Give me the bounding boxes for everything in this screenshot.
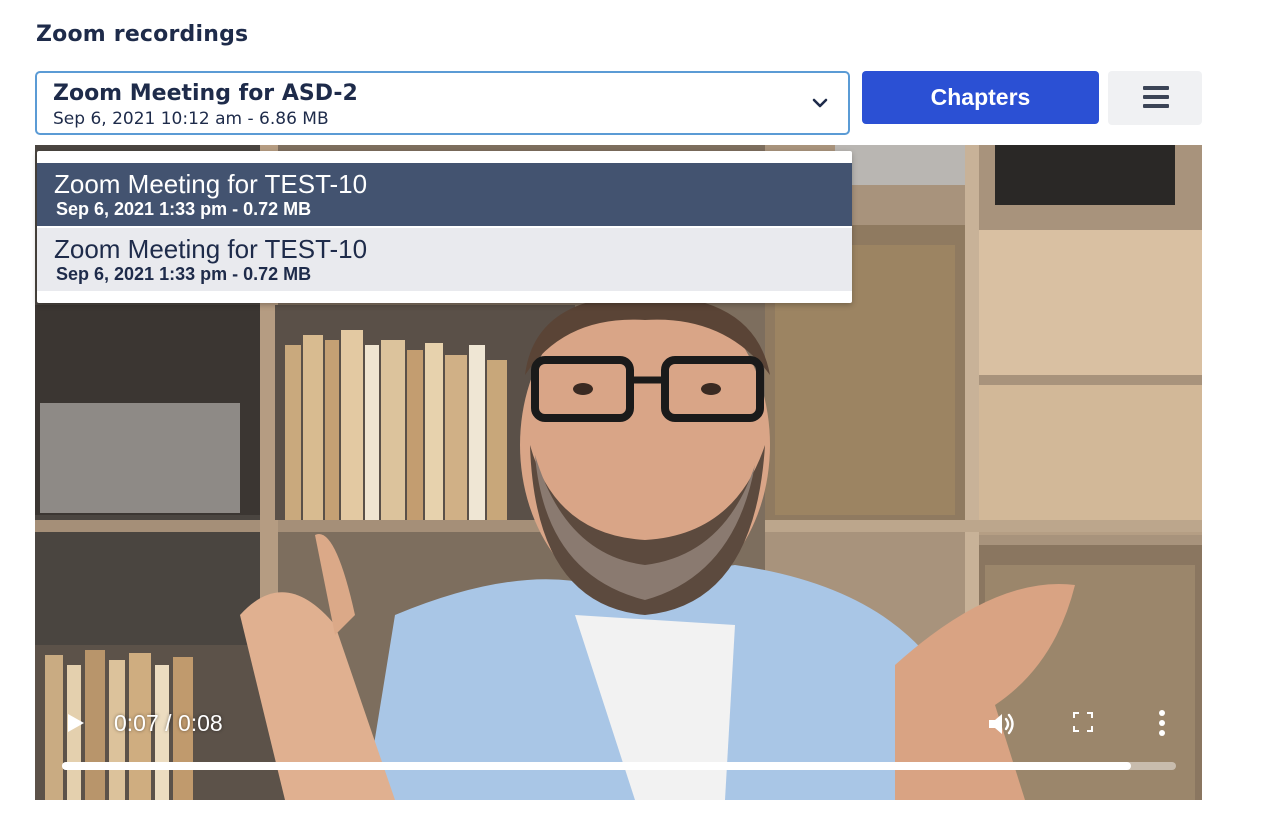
selected-recording-meta: Sep 6, 2021 10:12 am - 6.86 MB (53, 109, 329, 129)
play-icon[interactable] (65, 711, 87, 735)
selected-recording-title: Zoom Meeting for ASD-2 (53, 81, 358, 106)
more-options-icon[interactable] (1155, 709, 1169, 737)
hamburger-icon (1143, 86, 1169, 108)
chevron-down-icon (812, 98, 828, 108)
menu-button[interactable] (1108, 71, 1202, 125)
recording-dropdown-list: Zoom Meeting for TEST-10 Sep 6, 2021 1:3… (37, 151, 852, 303)
progress-bar[interactable] (62, 762, 1176, 770)
option-meta: Sep 6, 2021 1:33 pm - 0.72 MB (56, 264, 312, 284)
chapters-button[interactable]: Chapters (862, 71, 1099, 124)
fullscreen-icon[interactable] (1072, 711, 1094, 733)
page-title: Zoom recordings (36, 22, 249, 47)
recording-select[interactable]: Zoom Meeting for ASD-2 Sep 6, 2021 10:12… (35, 71, 850, 135)
option-title: Zoom Meeting for TEST-10 (54, 234, 368, 264)
volume-icon[interactable] (987, 711, 1017, 737)
dropdown-option[interactable]: Zoom Meeting for TEST-10 Sep 6, 2021 1:3… (37, 163, 852, 226)
current-time: 0:07 (114, 710, 159, 736)
option-meta: Sep 6, 2021 1:33 pm - 0.72 MB (56, 199, 312, 219)
duration: 0:08 (177, 710, 223, 736)
time-display: 0:07 / 0:08 (114, 710, 223, 737)
dropdown-option[interactable]: Zoom Meeting for TEST-10 Sep 6, 2021 1:3… (37, 228, 852, 291)
option-title: Zoom Meeting for TEST-10 (54, 169, 368, 199)
time-separator: / (158, 710, 178, 736)
progress-fill (62, 762, 1131, 770)
